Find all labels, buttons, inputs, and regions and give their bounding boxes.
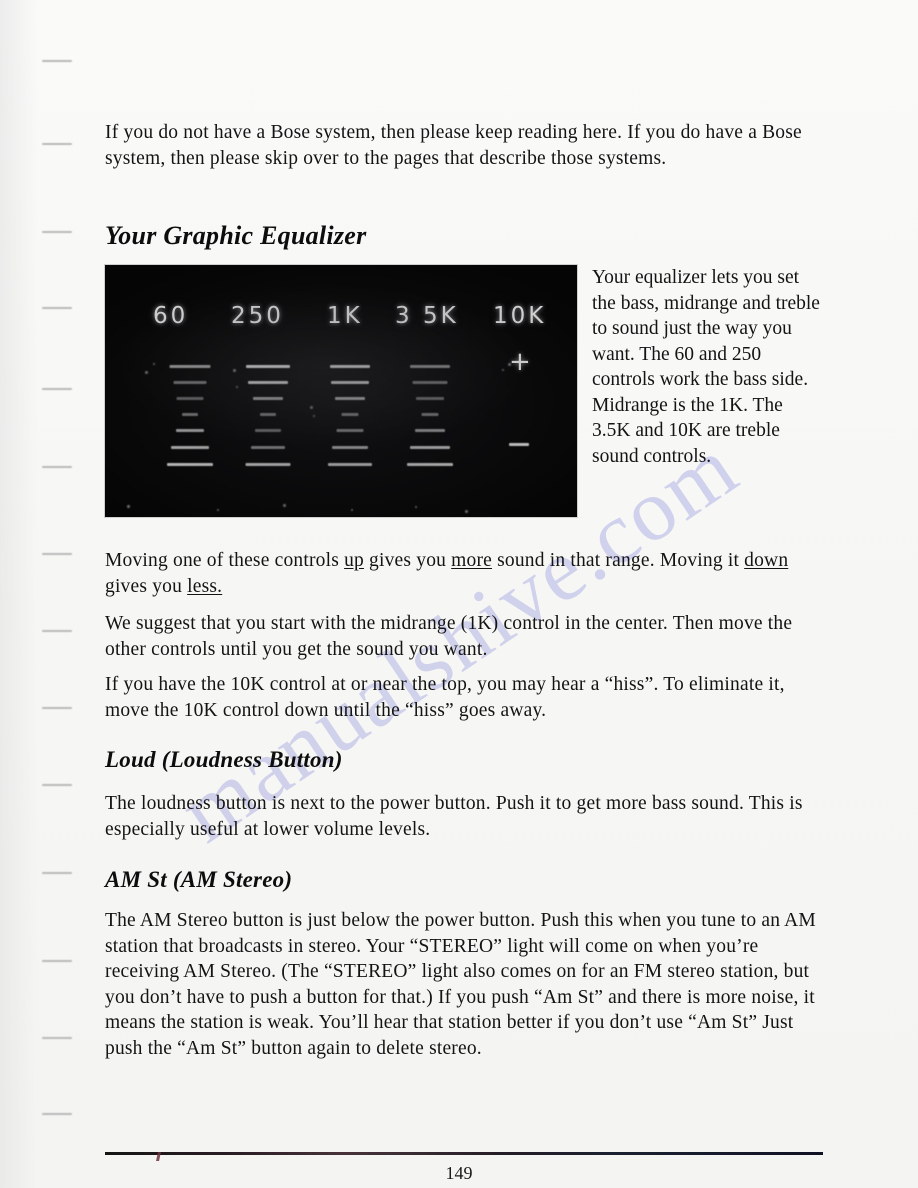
eq-plus-icon: + bbox=[509, 347, 531, 377]
paragraph-hiss: If you have the 10K control at or near t… bbox=[105, 674, 785, 721]
margin-tick-4 bbox=[42, 388, 72, 390]
eq-speck-10 bbox=[283, 504, 286, 507]
eq-dash bbox=[246, 365, 290, 368]
eq-speck-2 bbox=[233, 369, 236, 372]
eq-dash bbox=[331, 381, 369, 384]
eq-dash bbox=[245, 463, 291, 466]
margin-tick-7 bbox=[42, 630, 72, 632]
eq-dash bbox=[255, 429, 281, 432]
heading-loud-loudness-button: Loud (Loudness Button) bbox=[105, 747, 343, 772]
eq-dash bbox=[415, 429, 445, 432]
eq-slider-column-60[interactable] bbox=[167, 343, 213, 483]
eq-slider-column-35k[interactable] bbox=[407, 343, 453, 483]
eq-dash bbox=[253, 397, 283, 400]
moving-tail: sound in that range. Moving it bbox=[492, 550, 745, 571]
paragraph-suggest-midrange: We suggest that you start with the midra… bbox=[105, 613, 793, 660]
scanned-manual-page: manualshive.com If you do not have a Bos… bbox=[0, 0, 918, 1188]
eq-slider-column-250[interactable] bbox=[245, 343, 291, 483]
margin-tick-3 bbox=[42, 307, 72, 309]
equalizer-figure-block: 60 250 1K 3 5K 10K + Your equalizer lets you … bbox=[105, 265, 823, 525]
eq-slider-column-1k[interactable] bbox=[327, 343, 373, 483]
eq-band-label-60: 60 bbox=[153, 303, 189, 329]
eq-speck-9 bbox=[217, 509, 219, 511]
eq-minus-icon bbox=[509, 443, 529, 446]
paragraph-loudness: The loudness button is next to the power… bbox=[105, 793, 803, 840]
eq-dash bbox=[330, 365, 370, 368]
eq-dash bbox=[421, 413, 439, 416]
moving-mid2: gives you bbox=[105, 575, 188, 597]
eq-dash bbox=[328, 463, 372, 466]
eq-dash bbox=[176, 397, 204, 400]
eq-dash bbox=[167, 463, 213, 466]
eq-speck-7 bbox=[502, 369, 504, 371]
eq-band-label-1k: 1K bbox=[327, 303, 363, 329]
eq-dash bbox=[248, 381, 288, 384]
equalizer-display-photo: 60 250 1K 3 5K 10K + bbox=[105, 265, 577, 517]
eq-dash bbox=[336, 429, 364, 432]
eq-speck-3 bbox=[236, 386, 238, 388]
margin-tick-8 bbox=[42, 707, 72, 709]
margin-tick-12 bbox=[42, 1037, 72, 1039]
word-more: more bbox=[451, 550, 493, 571]
eq-speck-11 bbox=[351, 509, 353, 511]
eq-dash bbox=[335, 397, 365, 400]
eq-speck-12 bbox=[415, 506, 417, 508]
eq-dash bbox=[341, 413, 359, 416]
margin-tick-13 bbox=[42, 1113, 72, 1115]
margin-tick-0 bbox=[42, 60, 72, 62]
eq-band-label-10k: 10K bbox=[493, 303, 547, 329]
eq-speck-5 bbox=[313, 415, 315, 417]
page-number: 149 bbox=[445, 1163, 473, 1183]
eq-dash bbox=[169, 365, 211, 368]
footer-rule bbox=[105, 1152, 823, 1155]
eq-dash bbox=[332, 446, 368, 449]
margin-tick-10 bbox=[42, 872, 72, 874]
margin-tick-6 bbox=[42, 553, 72, 555]
eq-dash bbox=[176, 429, 204, 432]
paragraph-moving-controls: Moving one of these controls up gives yo… bbox=[105, 548, 805, 599]
margin-tick-2 bbox=[42, 231, 72, 233]
eq-dash bbox=[171, 446, 209, 449]
paragraph-am-stereo: The AM Stereo button is just below the p… bbox=[105, 910, 816, 1059]
eq-band-label-35k: 3 5K bbox=[395, 303, 459, 329]
equalizer-caption: Your equalizer lets you set the bass, mi… bbox=[592, 267, 820, 467]
word-down: down bbox=[744, 550, 789, 571]
margin-tick-5 bbox=[42, 466, 72, 468]
eq-dash bbox=[412, 381, 448, 384]
intro-paragraph: If you do not have a Bose system, then p… bbox=[105, 122, 802, 169]
eq-speck-8 bbox=[127, 505, 130, 508]
eq-dash bbox=[410, 446, 450, 449]
margin-tick-11 bbox=[42, 960, 72, 962]
heading-your-graphic-equalizer: Your Graphic Equalizer bbox=[105, 221, 367, 250]
margin-tick-9 bbox=[42, 784, 72, 786]
page-content: If you do not have a Bose system, then p… bbox=[105, 0, 823, 1188]
eq-dash bbox=[251, 446, 285, 449]
eq-band-label-250: 250 bbox=[231, 303, 284, 329]
heading-am-st-am-stereo: AM St (AM Stereo) bbox=[105, 867, 293, 892]
eq-speck-13 bbox=[465, 510, 468, 513]
margin-tick-marks bbox=[0, 0, 110, 1188]
eq-dash bbox=[260, 413, 276, 416]
eq-dash bbox=[173, 381, 207, 384]
eq-speck-1 bbox=[153, 363, 155, 365]
eq-speck-0 bbox=[145, 371, 148, 374]
word-less: less. bbox=[187, 575, 223, 597]
eq-speck-4 bbox=[310, 406, 313, 409]
eq-dash bbox=[407, 463, 453, 466]
eq-dash bbox=[416, 397, 444, 400]
moving-mid: gives you bbox=[363, 550, 452, 571]
eq-speck-6 bbox=[508, 363, 511, 366]
margin-tick-1 bbox=[42, 143, 72, 145]
eq-dash bbox=[410, 365, 450, 368]
moving-lead: Moving one of these controls bbox=[105, 550, 345, 571]
word-up: up bbox=[344, 550, 364, 571]
eq-dash bbox=[182, 413, 198, 416]
